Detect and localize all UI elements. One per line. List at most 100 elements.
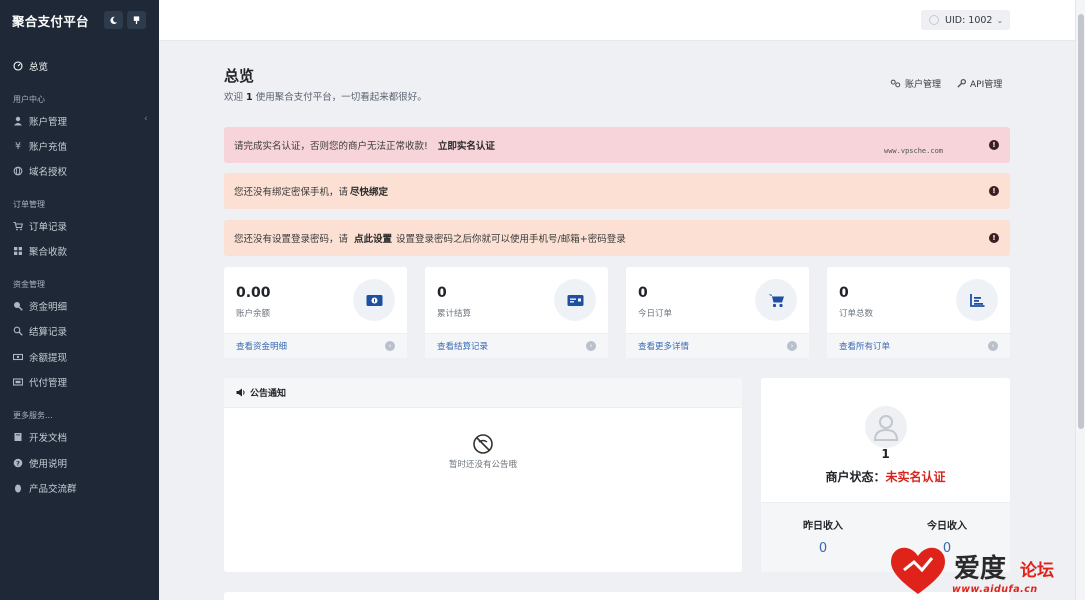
- scrollbar[interactable]: [1075, 0, 1085, 600]
- alert-realname: 请完成实名认证，否则您的商户无法正常收款! 立即实名认证 !: [224, 127, 1010, 163]
- account-manage-link[interactable]: 账户管理: [890, 77, 941, 90]
- bar-chart-icon: [956, 279, 998, 321]
- sidebar-item-label: 资金明细: [29, 302, 68, 313]
- sidebar-item-settlement[interactable]: 结算记录: [13, 324, 67, 338]
- stat-link-label: 查看更多详情: [638, 342, 690, 352]
- sidebar-item-label: 总览: [29, 62, 49, 73]
- bind-phone-link[interactable]: 尽快绑定: [350, 184, 388, 198]
- alert-phone: 您还没有绑定密保手机，请 尽快绑定 !: [224, 173, 1010, 209]
- status-value: 未实名认证: [885, 470, 946, 484]
- notice-empty-text: 暂时还没有公告哦: [448, 460, 517, 470]
- sidebar-item-domain[interactable]: 域名授权: [13, 164, 67, 178]
- sidebar-item-label: 代付管理: [29, 378, 68, 389]
- cogs-icon: [890, 79, 901, 88]
- scroll-thumb[interactable]: [1078, 14, 1084, 429]
- stat-link[interactable]: 查看所有订单 ›: [827, 333, 1010, 358]
- welcome-suffix: 使用聚合支付平台，一切看起来都很好。: [255, 92, 427, 103]
- income-label: 今日收入: [927, 521, 967, 532]
- card-icon: [554, 279, 596, 321]
- notice-panel: 公告通知 暂时还没有公告哦: [224, 378, 742, 572]
- sidebar-pin-button[interactable]: [127, 11, 146, 29]
- sidebar-item-fund-detail[interactable]: 资金明细: [13, 299, 67, 313]
- stat-link[interactable]: 查看资金明细 ›: [224, 333, 407, 358]
- alert-text: 您还没有绑定密保手机，请: [234, 187, 349, 198]
- sidebar-item-payout[interactable]: 代付管理: [13, 375, 67, 389]
- account-manage-label: 账户管理: [905, 80, 942, 90]
- logo-text-secondary: 论坛: [1020, 561, 1054, 581]
- alert-tail-text: 设置登录密码之后你就可以使用手机号/邮箱+密码登录: [396, 234, 626, 245]
- user-menu-button[interactable]: UID: 1002 ⌄: [921, 10, 1010, 30]
- exclamation-icon: !: [989, 186, 999, 196]
- sidebar-item-label: 账户充值: [29, 142, 68, 153]
- svg-text:?: ?: [16, 460, 20, 468]
- dashboard-icon: [13, 61, 23, 71]
- watermark: www.vpsche.com: [884, 147, 944, 155]
- sidebar: 聚合支付平台 总览 用户中心 账户管理 ‹ ¥ 账户充值 域名授权 订单管理 订…: [0, 0, 159, 600]
- stat-link[interactable]: 查看结算记录 ›: [425, 333, 608, 358]
- site-logo-watermark: 爱度 论坛 www.aidufa.cn: [886, 540, 1075, 600]
- wrench-icon: [957, 79, 967, 88]
- page-subtitle: 欢迎 1 使用聚合支付平台，一切看起来都很好。: [224, 89, 427, 103]
- search-dollar-icon: [13, 301, 23, 311]
- stat-card-settlement: 0 累计结算 查看结算记录 ›: [425, 267, 608, 358]
- book-icon: [13, 432, 23, 442]
- sidebar-item-label: 聚合收款: [29, 247, 68, 258]
- stat-value: 0: [638, 285, 648, 301]
- sidebar-item-aggregate[interactable]: 聚合收款: [13, 244, 67, 258]
- stat-card-today-orders: 0 今日订单 查看更多详情 ›: [626, 267, 809, 358]
- stat-card-total-orders: 0 订单总数 查看所有订单 ›: [827, 267, 1010, 358]
- logo-text: 爱度: [954, 554, 1007, 584]
- cart-icon: [13, 221, 23, 231]
- income-label: 昨日收入: [803, 521, 843, 532]
- nav-group-more: 更多服务...: [13, 411, 53, 420]
- sidebar-item-account[interactable]: 账户管理: [13, 114, 67, 128]
- welcome-uid: 1: [246, 92, 253, 103]
- sidebar-item-docs[interactable]: 开发文档: [13, 430, 67, 444]
- sidebar-item-withdraw[interactable]: 余额提现: [13, 350, 67, 364]
- arrow-circle-right-icon: ›: [385, 341, 395, 351]
- sidebar-item-label: 账户管理: [29, 117, 68, 128]
- no-content-icon: [473, 434, 493, 454]
- stat-link-label: 查看所有订单: [839, 342, 891, 352]
- stat-label: 账户余额: [236, 309, 271, 319]
- sidebar-item-orders[interactable]: 订单记录: [13, 219, 67, 233]
- status-label: 商户状态：: [825, 470, 886, 484]
- sidebar-item-community[interactable]: 产品交流群: [13, 481, 77, 495]
- search-icon: [13, 326, 23, 336]
- sidebar-item-recharge[interactable]: ¥ 账户充值: [13, 139, 68, 154]
- realname-link[interactable]: 立即实名认证: [438, 138, 495, 152]
- api-manage-link[interactable]: API管理: [957, 77, 1002, 90]
- grid-icon: [13, 246, 23, 256]
- arrow-circle-right-icon: ›: [787, 341, 797, 351]
- sidebar-item-help[interactable]: ? 使用说明: [13, 456, 67, 470]
- chevron-left-icon: ‹: [144, 114, 148, 124]
- alert-password: 您还没有设置登录密码，请 点此设置 设置登录密码之后你就可以使用手机号/邮箱+密…: [224, 220, 1010, 256]
- heart-logo-icon: [891, 547, 945, 594]
- alert-text: 请完成实名认证，否则您的商户无法正常收款!: [234, 141, 428, 152]
- notice-header: 公告通知: [224, 378, 742, 408]
- stat-value: 0.00: [236, 285, 271, 301]
- arrow-circle-right-icon: ›: [586, 341, 596, 351]
- welcome-prefix: 欢迎: [224, 92, 244, 103]
- globe-icon: [13, 166, 23, 176]
- income-yesterday: 昨日收入 0: [761, 517, 885, 556]
- stat-link[interactable]: 查看更多详情 ›: [626, 333, 809, 358]
- nav-group-orders: 订单管理: [13, 200, 45, 209]
- set-password-link[interactable]: 点此设置: [354, 231, 392, 245]
- dark-mode-toggle[interactable]: [104, 11, 123, 29]
- notice-title: 公告通知: [250, 389, 287, 399]
- stat-link-label: 查看资金明细: [236, 342, 288, 352]
- sidebar-item-label: 开发文档: [29, 433, 68, 444]
- sidebar-item-overview[interactable]: 总览: [13, 59, 48, 73]
- yen-icon: ¥: [14, 140, 22, 152]
- app-title: 聚合支付平台: [12, 13, 89, 29]
- header-links: 账户管理 API管理: [890, 77, 1002, 90]
- api-manage-label: API管理: [970, 80, 1003, 90]
- user-avatar-icon: [873, 415, 899, 441]
- money-icon: [353, 279, 395, 321]
- stat-label: 今日订单: [638, 309, 673, 319]
- stat-label: 订单总数: [839, 309, 874, 319]
- money-bill-icon: [13, 377, 23, 387]
- merchant-status: 商户状态：未实名认证: [761, 468, 1010, 485]
- cart-icon: [755, 279, 797, 321]
